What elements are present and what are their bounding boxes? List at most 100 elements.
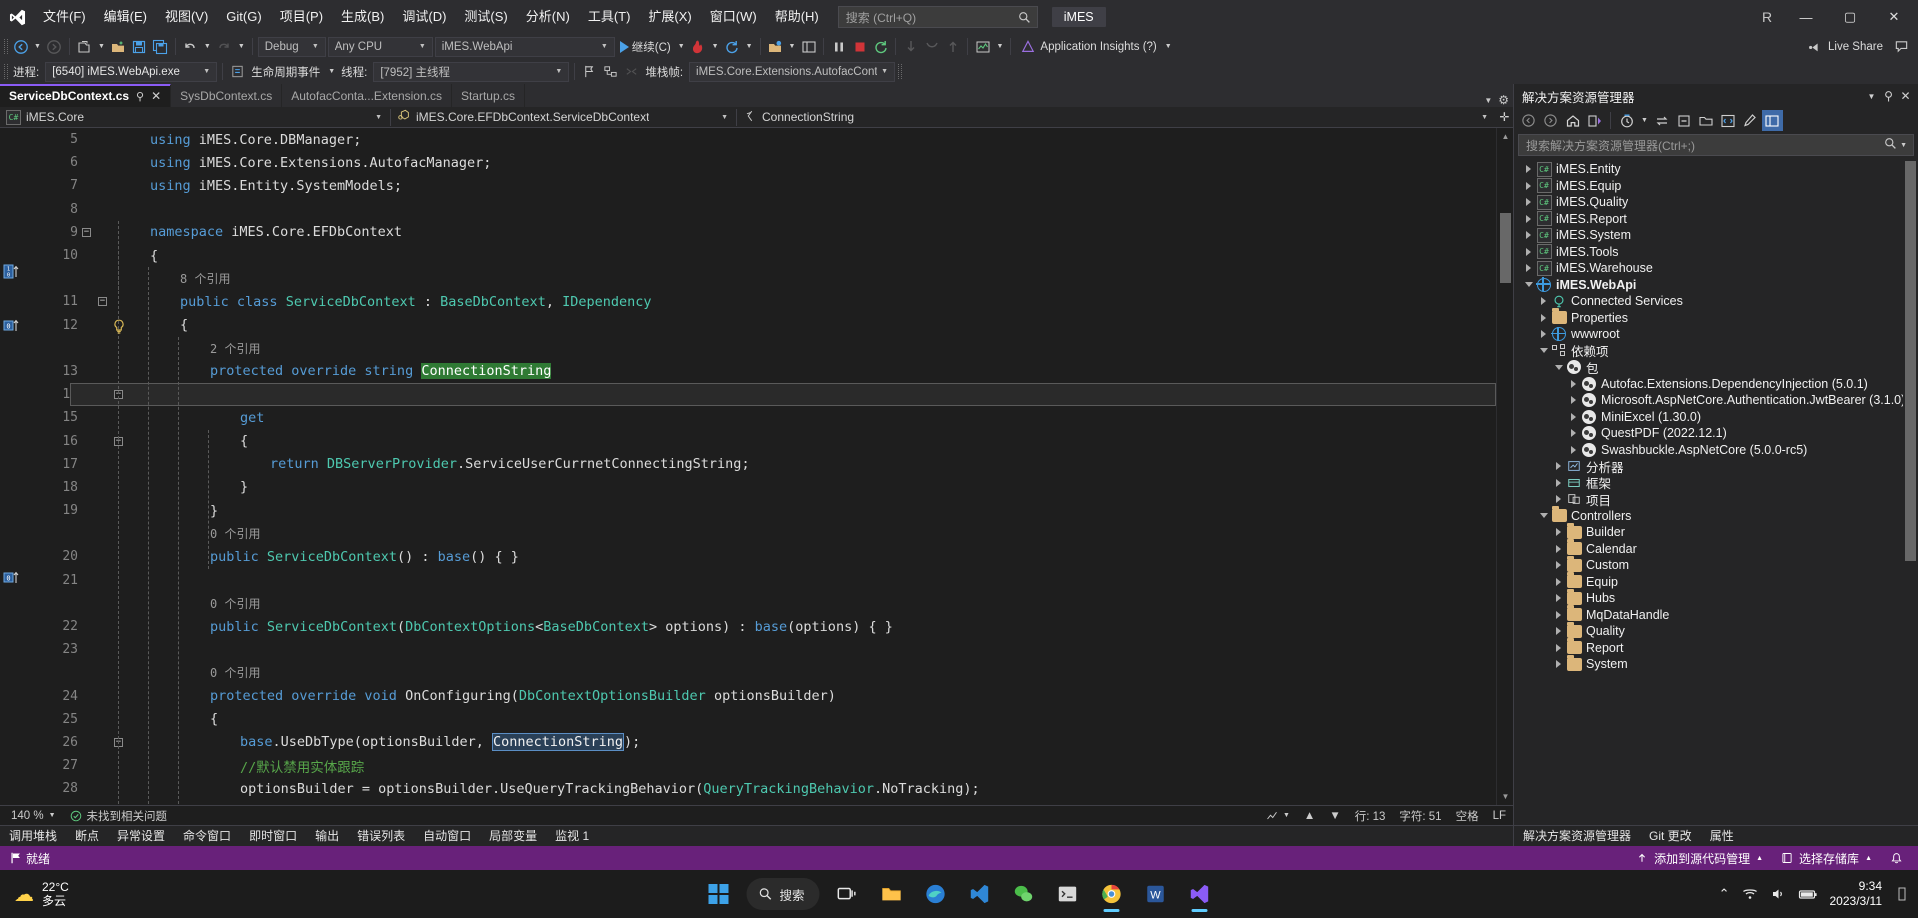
menu-window[interactable]: 窗口(W) xyxy=(701,0,766,34)
search-icon[interactable] xyxy=(1884,137,1897,153)
expand-arrow-right-icon[interactable] xyxy=(1567,392,1580,408)
feedback-button[interactable] xyxy=(1891,36,1912,57)
flag-thread-button[interactable] xyxy=(579,61,600,82)
code-line[interactable]: 23 xyxy=(26,638,1496,661)
taskbar-search-box[interactable]: 搜索 xyxy=(746,878,819,910)
code-line[interactable]: 20public ServiceDbContext() : base() { } xyxy=(26,545,1496,568)
maximize-button[interactable]: ▢ xyxy=(1828,0,1872,34)
toolbar-grip[interactable] xyxy=(2,38,10,55)
tool-tab-autos[interactable]: 自动窗口 xyxy=(414,826,480,847)
code-line[interactable]: 18} xyxy=(26,476,1496,499)
layout-button[interactable] xyxy=(798,36,819,57)
scroll-down-arrow-icon[interactable]: ▼ xyxy=(1497,788,1514,805)
terminal-icon[interactable] xyxy=(1048,874,1088,914)
tool-tab-error-list[interactable]: 错误列表 xyxy=(348,826,414,847)
view-code-icon[interactable] xyxy=(1718,110,1739,131)
tree-item-calendar[interactable]: Calendar xyxy=(1514,541,1918,558)
menu-view[interactable]: 视图(V) xyxy=(156,0,217,34)
tool-tab-breakpoints[interactable]: 断点 xyxy=(66,826,108,847)
expand-arrow-right-icon[interactable] xyxy=(1552,607,1565,623)
zoom-level[interactable]: 140 % ▼ xyxy=(4,810,63,822)
code-line[interactable]: 22public ServiceDbContext(DbContextOptio… xyxy=(26,615,1496,638)
expand-arrow-right-icon[interactable] xyxy=(1522,178,1535,194)
pin-icon[interactable]: ⚲ xyxy=(136,90,144,103)
tree-item-miniexcel-1-30-0[interactable]: MiniExcel (1.30.0) xyxy=(1514,409,1918,426)
solution-explorer-search-input[interactable]: 搜索解决方案资源管理器(Ctrl+;) ▼ xyxy=(1518,134,1914,156)
solution-explorer-sync-icon[interactable] xyxy=(1584,110,1605,131)
editor-vertical-scrollbar[interactable]: ▲ ▼ xyxy=(1496,128,1513,805)
code-line[interactable]: 21 xyxy=(26,569,1496,592)
task-view-icon[interactable] xyxy=(828,874,868,914)
close-icon[interactable]: ✕ xyxy=(1897,88,1914,105)
codelens-reference-line[interactable]: 0 个引用 xyxy=(26,661,1496,684)
step-out-button[interactable] xyxy=(942,36,963,57)
solution-platform-combo[interactable]: Any CPU ▼ xyxy=(328,37,433,57)
pause-button[interactable] xyxy=(828,36,849,57)
code-line[interactable]: 5using iMES.Core.DBManager; xyxy=(26,128,1496,151)
tree-item-autofac-extensions-dependencyinjection-5-0-1[interactable]: Autofac.Extensions.DependencyInjection (… xyxy=(1514,376,1918,393)
tree-item-imes-warehouse[interactable]: C#iMES.Warehouse xyxy=(1514,260,1918,277)
tool-tab-command-window[interactable]: 命令窗口 xyxy=(174,826,240,847)
scroll-up-arrow-icon[interactable]: ▲ xyxy=(1497,128,1514,145)
solution-configuration-combo[interactable]: Debug ▼ xyxy=(258,37,326,57)
expand-arrow-down-icon[interactable] xyxy=(1522,277,1535,293)
pending-changes-filter-icon[interactable] xyxy=(1616,110,1637,131)
filter-dropdown-icon[interactable]: ▼ xyxy=(1638,117,1651,124)
start-button-icon[interactable] xyxy=(698,874,738,914)
expand-arrow-right-icon[interactable] xyxy=(1552,590,1565,606)
codelens-reference-line[interactable]: 0 个引用 xyxy=(26,592,1496,615)
tab-autofaccontainer-extension[interactable]: AutofacConta...Extension.cs xyxy=(282,84,452,107)
expand-arrow-right-icon[interactable] xyxy=(1552,524,1565,540)
show-all-files-icon[interactable] xyxy=(1696,110,1717,131)
code-line[interactable]: 27//默认禁用实体跟踪 xyxy=(26,754,1496,777)
navigate-forward-button[interactable] xyxy=(44,36,65,57)
navbar-type-combo[interactable]: iMES.Core.EFDbContext.ServiceDbContext ▼ xyxy=(391,107,736,128)
open-file-button[interactable] xyxy=(108,36,129,57)
word-icon[interactable]: W xyxy=(1136,874,1176,914)
taskbar-clock[interactable]: 9:34 2023/3/11 xyxy=(1824,879,1893,909)
code-editor[interactable]: 10 0 0 5using iMES.Core.DBManager;6using… xyxy=(0,128,1513,805)
code-line[interactable]: 25{ xyxy=(26,708,1496,731)
line-ending-mode[interactable]: LF xyxy=(1486,810,1513,822)
expand-arrow-right-icon[interactable] xyxy=(1567,376,1580,392)
fold-toggle-icon[interactable]: − xyxy=(82,228,91,237)
panel-dropdown-icon[interactable]: ▼ xyxy=(1863,88,1880,105)
menu-file[interactable]: 文件(F) xyxy=(34,0,95,34)
expand-arrow-right-icon[interactable] xyxy=(1567,425,1580,441)
step-into-button[interactable] xyxy=(921,36,942,57)
code-line[interactable]: 12{ xyxy=(26,314,1496,337)
expand-arrow-right-icon[interactable] xyxy=(1567,409,1580,425)
menu-build[interactable]: 生成(B) xyxy=(332,0,393,34)
tree-item-imes-webapi[interactable]: iMES.WebApi xyxy=(1514,277,1918,294)
back-icon[interactable] xyxy=(1518,110,1539,131)
codelens-reference-line[interactable]: 8 个引用 xyxy=(26,267,1496,290)
navigate-backward-button[interactable] xyxy=(10,36,31,57)
code-text-area[interactable]: 5using iMES.Core.DBManager;6using iMES.C… xyxy=(26,128,1496,805)
stop-debugging-button[interactable] xyxy=(849,36,870,57)
code-analysis-toggle[interactable]: ▼ xyxy=(1259,810,1297,822)
collapse-all-icon[interactable] xyxy=(1674,110,1695,131)
tab-sysdbcontext[interactable]: SysDbContext.cs xyxy=(171,84,282,107)
visual-studio-taskbar-icon[interactable] xyxy=(1180,874,1220,914)
expand-arrow-down-icon[interactable] xyxy=(1552,359,1565,375)
startup-project-combo[interactable]: iMES.WebApi ▼ xyxy=(435,37,615,57)
expand-arrow-right-icon[interactable] xyxy=(1552,491,1565,507)
tree-item-custom[interactable]: Custom xyxy=(1514,557,1918,574)
account-avatar[interactable]: R xyxy=(1750,9,1784,25)
tab-settings-gear-icon[interactable]: ⚙ xyxy=(1498,93,1509,107)
prev-change-button[interactable]: ▲ xyxy=(1297,810,1322,822)
code-line[interactable]: 16{ xyxy=(26,429,1496,452)
quick-launch-search[interactable]: 搜索 (Ctrl+Q) xyxy=(838,6,1038,28)
restart-dropdown-icon[interactable]: ▼ xyxy=(743,43,756,50)
expand-arrow-right-icon[interactable] xyxy=(1522,211,1535,227)
tab-servicedbcontext[interactable]: ServiceDbContext.cs ⚲ ✕ xyxy=(0,84,171,107)
tree-item-imes-quality[interactable]: C#iMES.Quality xyxy=(1514,194,1918,211)
tool-tab-watch-1[interactable]: 监视 1 xyxy=(546,826,598,847)
tree-item-imes-equip[interactable]: C#iMES.Equip xyxy=(1514,178,1918,195)
tool-tab-immediate-window[interactable]: 即时窗口 xyxy=(240,826,306,847)
menu-project[interactable]: 项目(P) xyxy=(271,0,332,34)
code-lens-indicator-icon[interactable]: 10 xyxy=(3,264,20,281)
codelens-reference-line[interactable]: 2 个引用 xyxy=(26,337,1496,360)
expand-arrow-right-icon[interactable] xyxy=(1522,244,1535,260)
close-icon[interactable]: ✕ xyxy=(151,89,161,103)
